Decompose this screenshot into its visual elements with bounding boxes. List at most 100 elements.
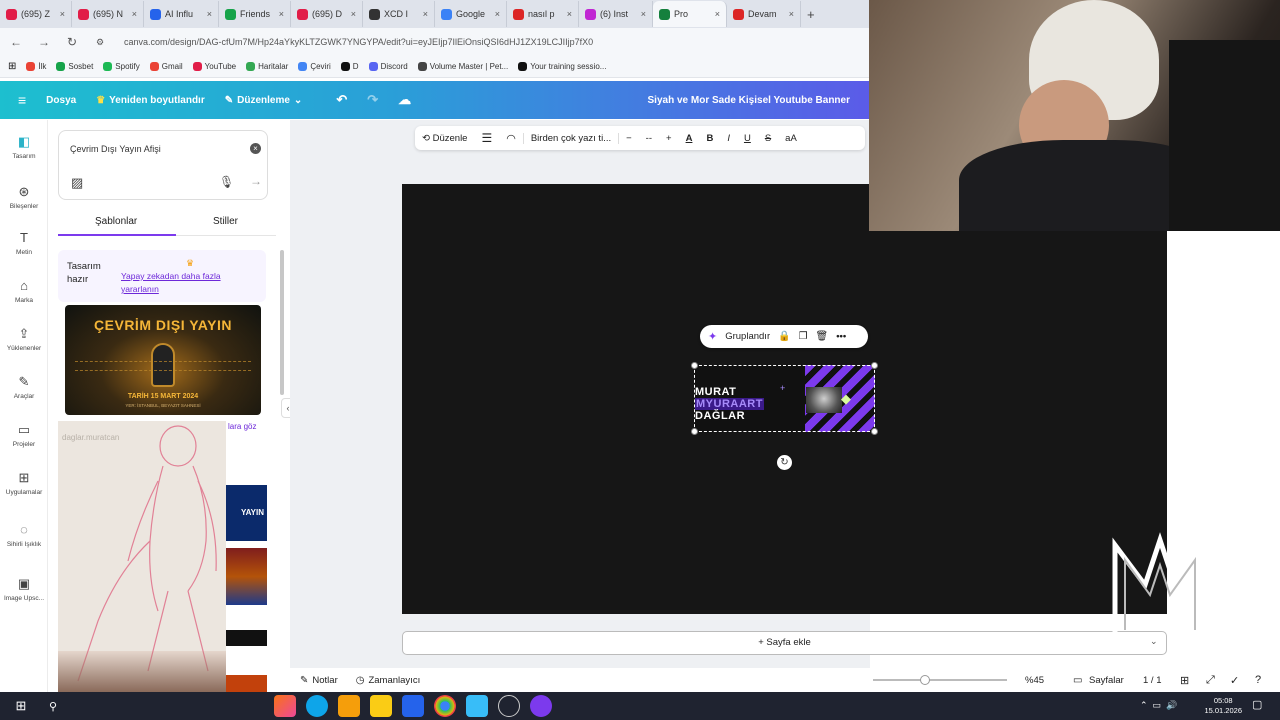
check-icon[interactable]: ✓	[1230, 674, 1239, 687]
close-tab-icon[interactable]: ×	[351, 9, 356, 19]
browser-tab[interactable]: Google ×	[435, 1, 507, 27]
browser-tab[interactable]: Friends ×	[219, 1, 291, 27]
windows-start-icon[interactable]: ⊞	[10, 695, 32, 717]
menu-icon[interactable]: ≡	[18, 92, 26, 108]
more-options-icon[interactable]: •••	[836, 331, 846, 342]
chrome-icon[interactable]	[434, 695, 456, 717]
font-size-decrease[interactable]: −	[619, 133, 639, 144]
text-color-icon[interactable]: A	[679, 133, 700, 144]
rail-item-brand[interactable]: ⌂ Marka	[0, 278, 48, 304]
reload-icon[interactable]: ↻	[64, 35, 80, 49]
pages-icon[interactable]: ▭	[1073, 675, 1082, 686]
tab-styles[interactable]: Stiller	[213, 216, 238, 227]
zoom-level[interactable]: %45	[1025, 675, 1044, 686]
app-icon-blue[interactable]	[466, 695, 488, 717]
image-icon[interactable]: ▨	[71, 175, 83, 191]
file-menu[interactable]: Dosya	[46, 95, 76, 106]
template-thumbnail-orange[interactable]	[226, 675, 267, 692]
rail-item-design[interactable]: ◧ Tasarım	[0, 134, 48, 160]
font-selector[interactable]: Birden çok yazı ti...	[522, 132, 620, 144]
bookmark-item[interactable]: Haritalar	[246, 62, 288, 71]
rail-item-elements[interactable]: ⊛ Bileşenler	[0, 184, 48, 210]
bookmark-item[interactable]: Spotify	[103, 62, 140, 71]
bookmark-item[interactable]: Discord	[368, 62, 408, 71]
ai-prompt-box[interactable]: Çevrim Dışı Yayın Afişi × ▨ 🎙 →	[58, 130, 268, 200]
close-tab-icon[interactable]: ×	[715, 9, 720, 19]
cloud-save-icon[interactable]: ☁	[398, 92, 411, 108]
bookmark-item[interactable]: Volume Master | Pet...	[417, 62, 508, 71]
app-icon-circle[interactable]	[498, 695, 520, 717]
duplicate-icon[interactable]: ❐	[799, 331, 808, 342]
browser-tab[interactable]: XCD I ×	[363, 1, 435, 27]
editing-mode-button[interactable]: ✎ Düzenleme ⌄	[225, 95, 303, 106]
bookmark-item[interactable]: Çeviri	[298, 62, 331, 71]
edge-icon[interactable]	[306, 695, 328, 717]
rail-item-uploads[interactable]: ⇪ Yüklenenler	[0, 326, 48, 352]
bookmark-item[interactable]: Gmail	[149, 62, 183, 71]
close-tab-icon[interactable]: ×	[207, 9, 212, 19]
delete-icon[interactable]: 🗑	[816, 331, 829, 342]
prompt-input[interactable]: Çevrim Dışı Yayın Afişi	[70, 144, 161, 154]
forward-icon[interactable]: →	[36, 35, 52, 49]
lock-icon[interactable]: 🔒	[778, 331, 790, 342]
browser-tab[interactable]: (695) N ×	[72, 1, 144, 27]
back-icon[interactable]: ←	[8, 35, 24, 49]
bookmark-item[interactable]: Sosbet	[56, 62, 93, 71]
search-icon[interactable]: ⚲	[42, 695, 64, 717]
close-tab-icon[interactable]: ×	[495, 9, 500, 19]
browser-tab[interactable]: nasıl p ×	[507, 1, 579, 27]
close-tab-icon[interactable]: ×	[789, 9, 794, 19]
group-button[interactable]: Gruplandır	[725, 331, 770, 342]
rail-item-text[interactable]: T Metin	[0, 230, 48, 256]
app-icon-purple[interactable]	[530, 695, 552, 717]
fullscreen-icon[interactable]: ⤢	[1206, 674, 1215, 687]
resize-handle-top-left[interactable]	[691, 362, 698, 369]
notification-icon[interactable]: ▢	[1252, 698, 1262, 711]
zoom-slider-thumb[interactable]	[920, 675, 931, 685]
close-tab-icon[interactable]: ×	[279, 9, 284, 19]
font-size-increase[interactable]: +	[659, 133, 679, 144]
close-tab-icon[interactable]: ×	[423, 9, 428, 19]
app-icon-gradient[interactable]	[274, 695, 296, 717]
rail-item-projects[interactable]: ▭ Projeler	[0, 422, 48, 448]
italic-button[interactable]: I	[720, 133, 737, 144]
notes-button[interactable]: Notlar	[312, 675, 337, 686]
add-page-button[interactable]: + Sayfa ekle	[402, 631, 1167, 655]
grid-view-icon[interactable]: ⊞	[1180, 674, 1189, 687]
close-tab-icon[interactable]: ×	[567, 9, 572, 19]
resize-handle-bottom-left[interactable]	[691, 428, 698, 435]
bookmark-item[interactable]: Your training sessio...	[518, 62, 606, 71]
strikethrough-button[interactable]: S	[758, 133, 778, 144]
url-text[interactable]: canva.com/design/DAG-cfUm7M/Hp24aYkyKLTZ…	[124, 37, 593, 47]
browser-tab[interactable]: (6) Inst ×	[579, 1, 653, 27]
taskbar-clock[interactable]: 05:08 15.01.2026	[1204, 696, 1242, 716]
tab-templates[interactable]: Şablonlar	[95, 216, 137, 227]
site-settings-icon[interactable]: ⚙	[92, 37, 108, 48]
align-icon[interactable]: ☰	[474, 131, 499, 145]
bookmark-item[interactable]: İlk	[26, 62, 46, 71]
help-icon[interactable]: ?	[1255, 674, 1261, 686]
template-thumbnail-dark[interactable]	[226, 630, 267, 646]
rail-item-apps[interactable]: ⊞ Uygulamalar	[0, 470, 48, 496]
timer-icon[interactable]: ◷	[356, 675, 365, 686]
panel-scrollbar[interactable]	[280, 250, 284, 395]
bookmark-item[interactable]: D	[340, 62, 359, 71]
letter-case-button[interactable]: aA	[778, 133, 804, 144]
notes-icon[interactable]: ✎	[300, 675, 308, 686]
new-tab-button[interactable]: +	[807, 7, 815, 22]
template-thumbnail-blue[interactable]: YAYIN	[226, 485, 267, 541]
browser-tab[interactable]: Pro ×	[653, 1, 727, 27]
redo-button[interactable]: ↷	[367, 92, 378, 108]
resize-handle-top-right[interactable]	[871, 362, 878, 369]
mail-icon[interactable]	[402, 695, 424, 717]
rail-item-draw[interactable]: ✎ Araçlar	[0, 374, 48, 400]
rail-item-image-upscale[interactable]: ▣ Image Upsc...	[0, 576, 48, 602]
undo-button[interactable]: ↶	[336, 92, 347, 108]
pages-button[interactable]: Sayfalar	[1089, 675, 1124, 686]
edit-button[interactable]: ⟲ Düzenle	[415, 133, 474, 144]
rail-item-magic[interactable]: ◌ Sihirli Işıklık	[0, 522, 48, 548]
send-icon[interactable]: →	[250, 174, 262, 188]
browser-tab[interactable]: (695) D ×	[291, 1, 363, 27]
template-thumbnail-offline-stream[interactable]: ÇEVRİM DIŞI YAYIN TARİH 15 MART 2024 YER…	[65, 305, 261, 415]
bookmark-item[interactable]: YouTube	[192, 62, 236, 71]
